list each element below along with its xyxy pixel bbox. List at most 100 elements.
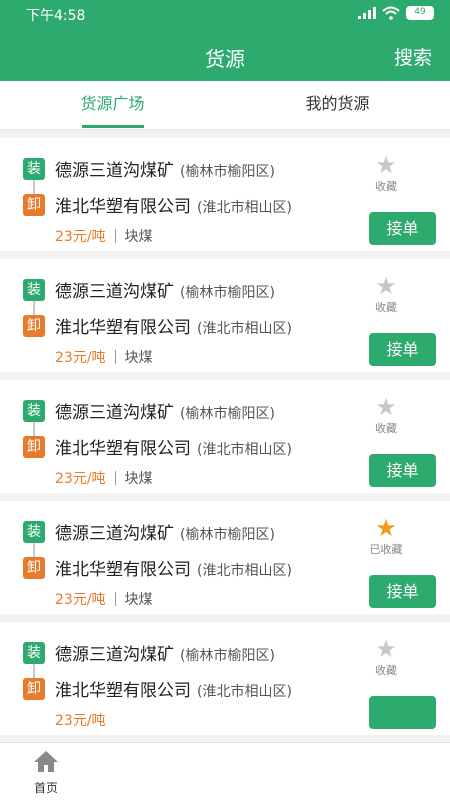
accept-order-button[interactable]: 接单: [369, 212, 436, 245]
price: 23元/吨: [55, 350, 106, 366]
favorite-button[interactable]: ★ 收藏: [358, 273, 414, 315]
divider: [114, 592, 116, 606]
destination: 淮北华塑有限公司 (淮北市相山区): [55, 555, 292, 580]
status-time: 下午4:58: [26, 8, 86, 24]
destination-location: (淮北市相山区): [197, 200, 292, 216]
origin-location: (榆林市榆阳区): [180, 527, 275, 543]
destination-location: (淮北市相山区): [197, 684, 292, 700]
accept-order-button[interactable]: 接单: [369, 333, 436, 366]
destination: 淮北华塑有限公司 (淮北市相山区): [55, 434, 292, 459]
page-title: 货源: [205, 47, 245, 71]
favorite-label: 收藏: [375, 301, 397, 314]
status-icons: 49: [358, 6, 434, 20]
cargo-meta: 23元/吨 块煤: [55, 468, 153, 488]
route-connector: [33, 180, 35, 194]
unload-tag: 卸: [23, 436, 45, 458]
origin-location: (榆林市榆阳区): [180, 648, 275, 664]
route-connector: [33, 664, 35, 678]
load-tag: 装: [23, 642, 45, 664]
price: 23元/吨: [55, 471, 106, 487]
route-connector: [33, 543, 35, 557]
bottom-nav: 首页: [0, 742, 450, 800]
tab-cargo-square[interactable]: 货源广场: [0, 81, 225, 129]
destination-location: (淮北市相山区): [197, 321, 292, 337]
divider: [114, 229, 116, 243]
wifi-icon: [382, 6, 400, 20]
destination: 淮北华塑有限公司 (淮北市相山区): [55, 676, 292, 701]
unload-tag: 卸: [23, 194, 45, 216]
destination: 淮北华塑有限公司 (淮北市相山区): [55, 313, 292, 338]
origin-name: 德源三道沟煤矿: [55, 403, 174, 423]
goods-type: 块煤: [124, 350, 153, 366]
star-icon: ★: [375, 272, 397, 300]
origin-name: 德源三道沟煤矿: [55, 161, 174, 181]
app-header: 下午4:58 49 货源 搜索: [0, 0, 450, 81]
favorite-button[interactable]: ★ 收藏: [358, 152, 414, 194]
star-filled-icon: ★: [375, 514, 397, 542]
destination-name: 淮北华塑有限公司: [55, 681, 191, 701]
nav-home-label: 首页: [33, 781, 58, 795]
origin-name: 德源三道沟煤矿: [55, 282, 174, 302]
tab-bar: 货源广场 我的货源: [0, 81, 450, 130]
price: 23元/吨: [55, 713, 106, 729]
search-button[interactable]: 搜索: [394, 43, 432, 70]
favorite-label: 已收藏: [369, 543, 403, 556]
unload-tag: 卸: [23, 315, 45, 337]
goods-type: 块煤: [124, 471, 153, 487]
origin: 德源三道沟煤矿 (榆林市榆阳区): [55, 519, 275, 544]
origin-name: 德源三道沟煤矿: [55, 524, 174, 544]
cargo-card[interactable]: 装 卸 德源三道沟煤矿 (榆林市榆阳区) 淮北华塑有限公司 (淮北市相山区) 23元…: [0, 622, 450, 735]
accept-order-button[interactable]: [369, 696, 436, 729]
cargo-card[interactable]: 装 卸 德源三道沟煤矿 (榆林市榆阳区) 淮北华塑有限公司 (淮北市相山区) 23元…: [0, 501, 450, 614]
favorite-button[interactable]: ★ 收藏: [358, 636, 414, 678]
load-tag: 装: [23, 279, 45, 301]
destination-name: 淮北华塑有限公司: [55, 318, 191, 338]
star-icon: ★: [375, 635, 397, 663]
divider: [114, 350, 116, 364]
cargo-card[interactable]: 装 卸 德源三道沟煤矿 (榆林市榆阳区) 淮北华塑有限公司 (淮北市相山区) 23元…: [0, 138, 450, 251]
origin-name: 德源三道沟煤矿: [55, 645, 174, 665]
star-icon: ★: [375, 151, 397, 179]
origin-location: (榆林市榆阳区): [180, 285, 275, 301]
destination-name: 淮北华塑有限公司: [55, 439, 191, 459]
favorite-button[interactable]: ★ 已收藏: [358, 515, 414, 557]
destination-name: 淮北华塑有限公司: [55, 560, 191, 580]
star-icon: ★: [375, 393, 397, 421]
favorite-label: 收藏: [375, 180, 397, 193]
load-tag: 装: [23, 158, 45, 180]
status-bar: 下午4:58 49: [0, 0, 450, 26]
cargo-meta: 23元/吨 块煤: [55, 347, 153, 367]
battery-icon: 49: [406, 6, 434, 20]
origin: 德源三道沟煤矿 (榆林市榆阳区): [55, 640, 275, 665]
price: 23元/吨: [55, 592, 106, 608]
cargo-card[interactable]: 装 卸 德源三道沟煤矿 (榆林市榆阳区) 淮北华塑有限公司 (淮北市相山区) 23元…: [0, 380, 450, 493]
destination-name: 淮北华塑有限公司: [55, 197, 191, 217]
origin: 德源三道沟煤矿 (榆林市榆阳区): [55, 156, 275, 181]
unload-tag: 卸: [23, 678, 45, 700]
destination-location: (淮北市相山区): [197, 442, 292, 458]
goods-type: 块煤: [124, 592, 153, 608]
favorite-label: 收藏: [375, 422, 397, 435]
accept-order-button[interactable]: 接单: [369, 575, 436, 608]
load-tag: 装: [23, 521, 45, 543]
route-connector: [33, 301, 35, 315]
load-tag: 装: [23, 400, 45, 422]
favorite-label: 收藏: [375, 664, 397, 677]
divider: [114, 471, 116, 485]
price: 23元/吨: [55, 229, 106, 245]
route-connector: [33, 422, 35, 436]
home-icon: [34, 751, 58, 772]
cargo-card[interactable]: 装 卸 德源三道沟煤矿 (榆林市榆阳区) 淮北华塑有限公司 (淮北市相山区) 23元…: [0, 259, 450, 372]
nav-home[interactable]: 首页: [24, 749, 68, 796]
destination: 淮北华塑有限公司 (淮北市相山区): [55, 192, 292, 217]
origin: 德源三道沟煤矿 (榆林市榆阳区): [55, 398, 275, 423]
favorite-button[interactable]: ★ 收藏: [358, 394, 414, 436]
cargo-meta: 23元/吨 块煤: [55, 589, 153, 609]
cargo-meta: 23元/吨 块煤: [55, 226, 153, 246]
signal-icon: [358, 7, 376, 19]
origin: 德源三道沟煤矿 (榆林市榆阳区): [55, 277, 275, 302]
cargo-meta: 23元/吨: [55, 710, 106, 730]
tab-my-cargo[interactable]: 我的货源: [225, 81, 450, 129]
cargo-list: 装 卸 德源三道沟煤矿 (榆林市榆阳区) 淮北华塑有限公司 (淮北市相山区) 23元…: [0, 138, 450, 743]
accept-order-button[interactable]: 接单: [369, 454, 436, 487]
